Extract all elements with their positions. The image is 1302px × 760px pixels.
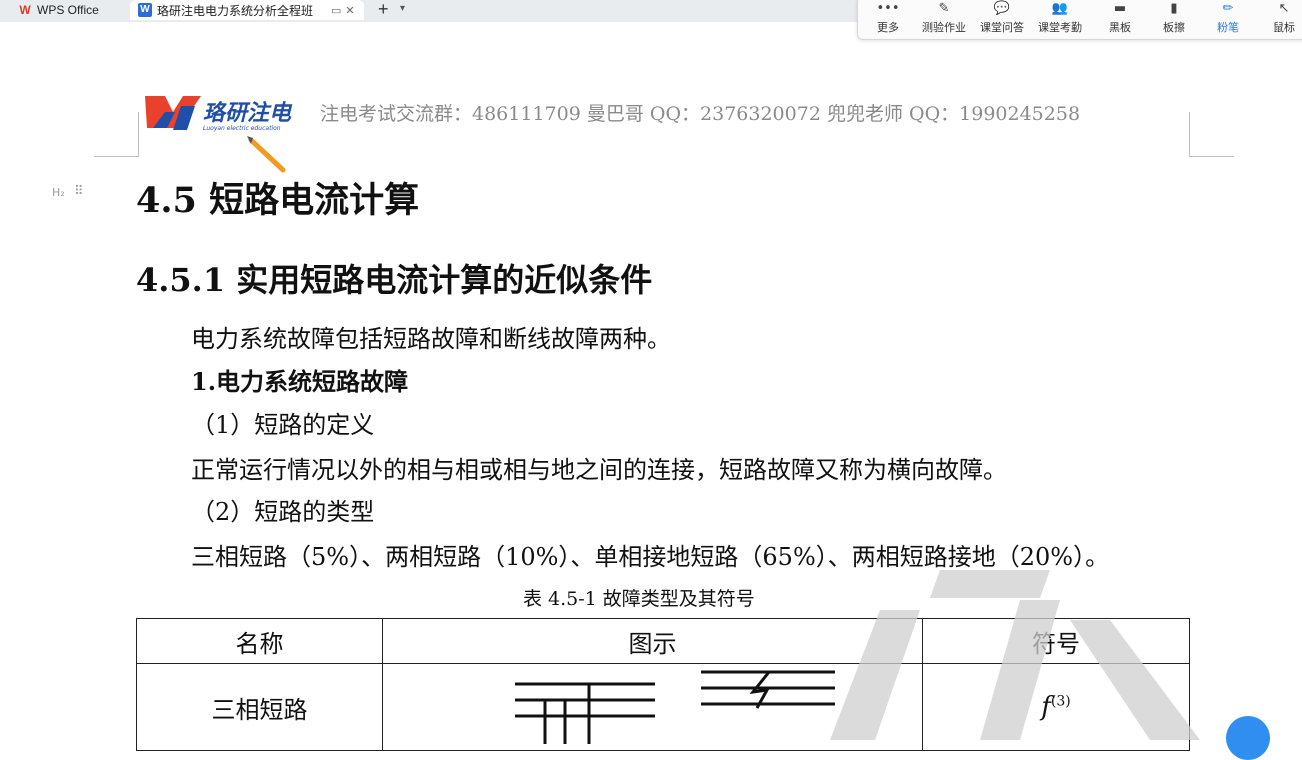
- fault-type-table: 名称 图示 符号 三相短路 f(3): [136, 618, 1190, 751]
- toolbar-chalk-label: 粉笔: [1217, 21, 1239, 34]
- three-phase-short-diagram: [515, 670, 835, 744]
- toolbar-qa-label: 课堂问答: [980, 21, 1024, 34]
- floating-action-button[interactable]: [1226, 716, 1270, 760]
- table-header-symbol: 符号: [922, 618, 1190, 664]
- paragraph-types: 三相短路（5%）、两相短路（10%）、单相接地短路（65%）、两相短路接地（20…: [191, 543, 1110, 571]
- header-contact-line: 注电考试交流群：486111709 曼巴哥 QQ：2376320072 兜兜老师…: [320, 103, 1081, 125]
- chalk-icon: ✏: [1222, 1, 1234, 16]
- logo-text: 珞研注电: [203, 100, 293, 126]
- teaching-toolbar: ••• 更多 ✎ 测验作业 💬 课堂问答 👥 课堂考勤 ▬ 黑板 ▮ 板擦 ✏ …: [857, 0, 1302, 40]
- toolbar-eraser-label: 板擦: [1163, 21, 1185, 34]
- table-cell-diagram: [382, 663, 923, 751]
- table-cell-name: 三相短路: [136, 663, 383, 751]
- toolbar-blackboard-label: 黑板: [1109, 21, 1131, 34]
- chevron-down-icon[interactable]: ▾: [400, 3, 405, 14]
- eraser-icon: ▮: [1170, 1, 1178, 16]
- symbol-base: f: [1041, 692, 1051, 722]
- toolbar-eraser[interactable]: ▮ 板擦: [1146, 0, 1202, 37]
- tab-wps-label: WPS Office: [37, 3, 99, 17]
- logo-subtext: Luoyan electric education: [203, 125, 281, 132]
- toolbar-chalk[interactable]: ✏ 粉笔: [1200, 0, 1256, 37]
- symbol-superscript: (3): [1050, 693, 1071, 710]
- table-cell-symbol: f(3): [922, 663, 1190, 751]
- toolbar-more-label: 更多: [877, 21, 899, 34]
- word-doc-icon: W: [138, 3, 152, 17]
- toolbar-attendance-label: 课堂考勤: [1038, 21, 1082, 34]
- more-icon: •••: [876, 1, 900, 16]
- tab-document[interactable]: W 珞研注电电力系统分析全程班 ▭ ✕: [130, 0, 364, 20]
- close-icon[interactable]: ✕: [345, 4, 354, 17]
- table-header-name: 名称: [136, 618, 383, 664]
- toolbar-quiz[interactable]: ✎ 测验作业: [916, 0, 972, 37]
- symbol-f3: f(3): [1041, 692, 1070, 722]
- heading-4-5: 4.5 短路电流计算: [136, 180, 420, 221]
- page-corner-mark-left: [94, 112, 139, 157]
- paragraph-definition-title: （1）短路的定义: [191, 411, 375, 439]
- qa-icon: 💬: [993, 1, 1011, 16]
- toolbar-mouse[interactable]: ↖ 鼠标: [1256, 0, 1302, 37]
- toolbar-blackboard[interactable]: ▬ 黑板: [1092, 0, 1148, 37]
- tab-wps-office[interactable]: W WPS Office: [6, 0, 118, 20]
- blackboard-icon: ▬: [1113, 1, 1127, 16]
- table-row: 三相短路 f(3): [136, 663, 1190, 751]
- heading-level-marker[interactable]: H₂: [52, 186, 65, 199]
- heading-4-5-1: 4.5.1 实用短路电流计算的近似条件: [136, 261, 653, 299]
- toolbar-attendance[interactable]: 👥 课堂考勤: [1032, 0, 1088, 37]
- paragraph-fault-types: 电力系统故障包括短路故障和断线故障两种。: [191, 325, 671, 353]
- quiz-icon: ✎: [938, 1, 950, 16]
- toolbar-more[interactable]: ••• 更多: [860, 0, 916, 37]
- toolbar-qa[interactable]: 💬 课堂问答: [974, 0, 1030, 37]
- mouse-cursor-icon: ↖: [1278, 1, 1290, 16]
- toolbar-mouse-label: 鼠标: [1273, 21, 1295, 34]
- attendance-icon: 👥: [1051, 1, 1069, 16]
- paragraph-short-circuit-title: 1.电力系统短路故障: [191, 367, 409, 396]
- brand-logo: 珞研注电 Luoyan electric education: [145, 96, 293, 173]
- paragraph-definition: 正常运行情况以外的相与相或相与地之间的连接，短路故障又称为横向故障。: [191, 456, 1007, 484]
- wps-logo-icon: W: [19, 3, 31, 17]
- toolbar-quiz-label: 测验作业: [922, 21, 966, 34]
- paragraph-types-title: （2）短路的类型: [191, 498, 375, 526]
- table-caption: 表 4.5-1 故障类型及其符号: [523, 588, 755, 610]
- screen-icon[interactable]: ▭: [331, 4, 341, 17]
- page-corner-mark-right: [1189, 112, 1234, 157]
- table-header-row: 名称 图示 符号: [136, 618, 1190, 664]
- new-tab-plus-icon[interactable]: +: [378, 0, 389, 20]
- table-header-diagram: 图示: [382, 618, 923, 664]
- tab-document-label: 珞研注电电力系统分析全程班: [157, 3, 314, 18]
- drag-handle-icon[interactable]: ⠿: [74, 184, 84, 199]
